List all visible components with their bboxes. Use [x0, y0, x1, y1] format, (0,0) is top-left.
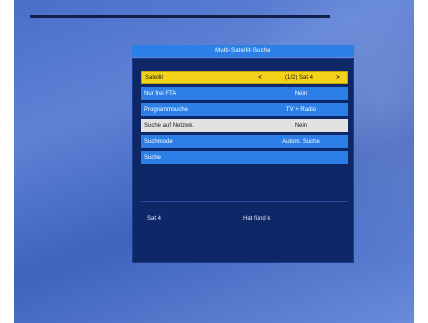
satellite-value-group: < (1/2) Sat 4 > [255, 75, 347, 81]
network-search-row[interactable]: Suche auf Netzwk. Nein [141, 119, 348, 132]
search-mode-label: Suchmode [144, 138, 173, 145]
tv-screen: Multi-Satellit-Suche Satellit < (1/2) Sa… [14, 0, 414, 323]
search-dialog-panel: Satellit < (1/2) Sat 4 > Nur frei FTA Ne… [132, 58, 354, 263]
panel-divider [141, 201, 348, 202]
satellite-value: (1/2) Sat 4 [284, 74, 313, 81]
chevron-left-icon[interactable]: < [255, 75, 265, 81]
top-divider-line [30, 15, 330, 18]
satellite-label: Satellit [145, 74, 164, 81]
status-satellite: Sat 4 [147, 216, 162, 222]
search-mode-value: Autom. Suche [282, 138, 320, 145]
search-mode-row[interactable]: Suchmode Autom. Suche [141, 135, 348, 148]
start-search-row[interactable]: Suche [141, 151, 348, 164]
network-search-value: Nein [294, 122, 308, 129]
fta-only-value: Nein [294, 90, 308, 97]
program-search-label: Programmsuche [144, 106, 189, 113]
dialog-title: Multi-Satellit-Suche [132, 45, 354, 57]
fta-only-row[interactable]: Nur frei FTA Nein [141, 87, 348, 100]
satellite-row[interactable]: Satellit < (1/2) Sat 4 > [141, 71, 348, 84]
program-search-row[interactable]: Programmsuche TV + Radio [141, 103, 348, 116]
program-search-value: TV + Radio [285, 106, 317, 113]
fta-only-label: Nur frei FTA [144, 90, 177, 97]
network-search-label: Suche auf Netzwk. [144, 122, 195, 129]
start-search-label: Suche [144, 154, 162, 161]
status-found: Hat fünd k [243, 216, 271, 222]
chevron-right-icon[interactable]: > [333, 75, 343, 81]
